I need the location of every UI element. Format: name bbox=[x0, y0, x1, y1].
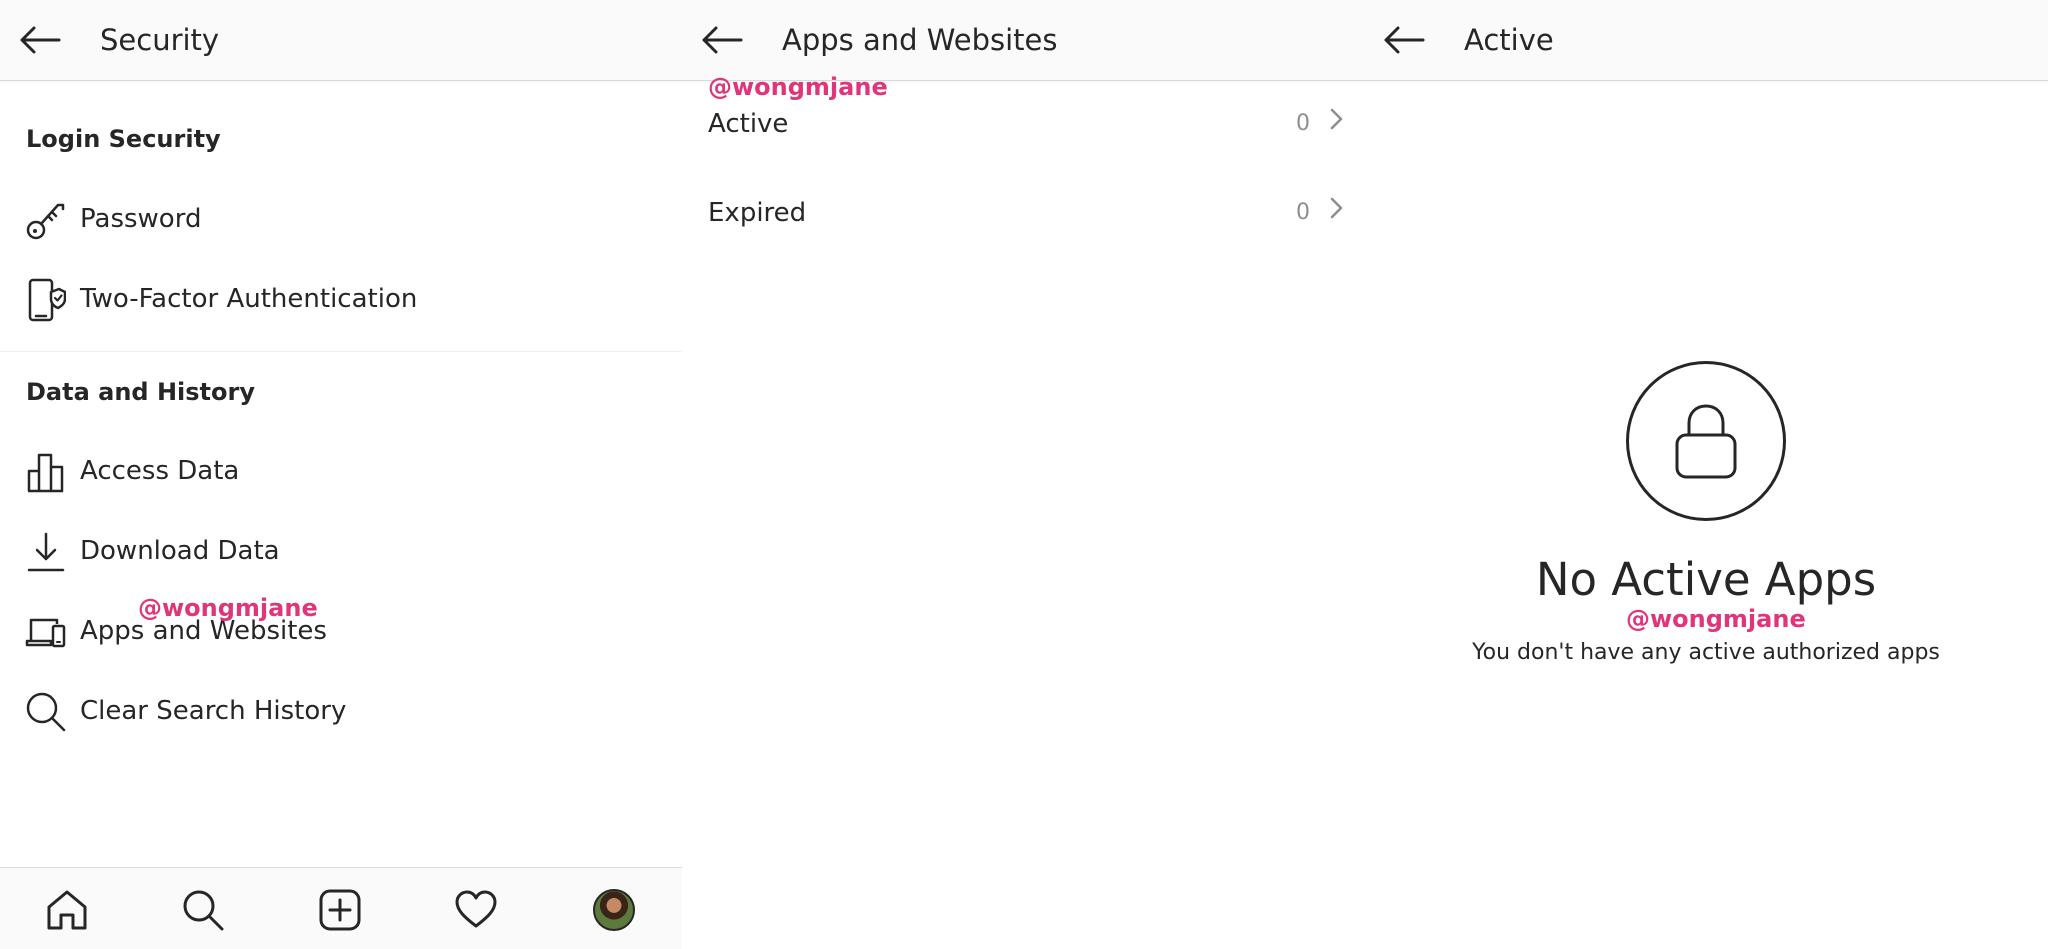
apps-websites-screen: Apps and Websites Active 0 Expired 0 @wo… bbox=[682, 0, 1364, 949]
tab-new-post[interactable] bbox=[316, 886, 364, 934]
list-item-label: Apps and Websites bbox=[80, 616, 327, 646]
section-title-data-history: Data and History bbox=[26, 378, 255, 406]
arrow-left-icon bbox=[20, 26, 61, 54]
section-divider bbox=[0, 351, 682, 352]
search-icon bbox=[24, 690, 68, 734]
row-label: Expired bbox=[708, 198, 807, 228]
list-item-label: Download Data bbox=[80, 536, 280, 566]
arrow-left-icon bbox=[702, 26, 743, 54]
phone-shield-icon bbox=[24, 278, 68, 322]
list-item-two-factor[interactable]: Two-Factor Authentication bbox=[0, 266, 682, 330]
list-item-label: Two-Factor Authentication bbox=[80, 284, 418, 314]
active-header: Active bbox=[1364, 0, 2048, 81]
chevron-right-icon bbox=[1330, 108, 1343, 130]
security-screen: Security Login Security Password Two-Fac… bbox=[0, 0, 682, 949]
lock-icon bbox=[1675, 404, 1737, 479]
page-title: Apps and Websites bbox=[782, 23, 1058, 57]
empty-state-title: No Active Apps bbox=[1535, 553, 1877, 606]
back-button[interactable] bbox=[16, 18, 64, 62]
watermark: @wongmjane bbox=[1626, 605, 1806, 633]
bottom-tab-bar bbox=[0, 867, 682, 949]
empty-state-subtitle: You don't have any active authorized app… bbox=[1472, 640, 1940, 665]
download-icon bbox=[24, 530, 68, 574]
chevron-right-icon bbox=[1330, 197, 1343, 219]
plus-square-icon bbox=[319, 889, 361, 931]
devices-icon bbox=[24, 610, 68, 654]
row-expired[interactable]: Expired 0 bbox=[682, 179, 1364, 249]
tab-search[interactable] bbox=[179, 886, 227, 934]
home-icon bbox=[47, 890, 87, 930]
row-active[interactable]: Active 0 bbox=[682, 90, 1364, 160]
active-apps-screen: Active No Active Apps @wongmjane You don… bbox=[1364, 0, 2048, 949]
section-title-login-security: Login Security bbox=[26, 125, 221, 153]
avatar bbox=[593, 889, 635, 931]
row-label: Active bbox=[708, 109, 789, 139]
page-title: Active bbox=[1464, 23, 1554, 57]
key-icon bbox=[24, 198, 68, 242]
page-title: Security bbox=[100, 23, 220, 57]
tab-activity[interactable] bbox=[452, 886, 500, 934]
list-item-access-data[interactable]: Access Data bbox=[0, 438, 682, 502]
apps-header: Apps and Websites bbox=[682, 0, 1364, 81]
empty-state-circle bbox=[1626, 361, 1786, 521]
list-item-apps-websites[interactable]: Apps and Websites bbox=[0, 598, 682, 662]
heart-icon bbox=[455, 890, 497, 928]
list-item-clear-search-history[interactable]: Clear Search History bbox=[0, 678, 682, 742]
search-icon bbox=[183, 890, 224, 931]
security-header: Security bbox=[0, 0, 682, 81]
arrow-left-icon bbox=[1384, 26, 1425, 54]
back-button[interactable] bbox=[1380, 18, 1428, 62]
row-count: 0 bbox=[1296, 111, 1310, 136]
list-item-download-data[interactable]: Download Data bbox=[0, 518, 682, 582]
screenshot-root: Security Login Security Password Two-Fac… bbox=[0, 0, 2048, 949]
row-count: 0 bbox=[1296, 200, 1310, 225]
list-item-password[interactable]: Password bbox=[0, 186, 682, 250]
tab-home[interactable] bbox=[43, 886, 91, 934]
bar-chart-icon bbox=[24, 450, 68, 494]
tab-profile[interactable] bbox=[590, 886, 638, 934]
list-item-label: Clear Search History bbox=[80, 696, 347, 726]
list-item-label: Access Data bbox=[80, 456, 240, 486]
list-item-label: Password bbox=[80, 204, 202, 234]
back-button[interactable] bbox=[698, 18, 746, 62]
